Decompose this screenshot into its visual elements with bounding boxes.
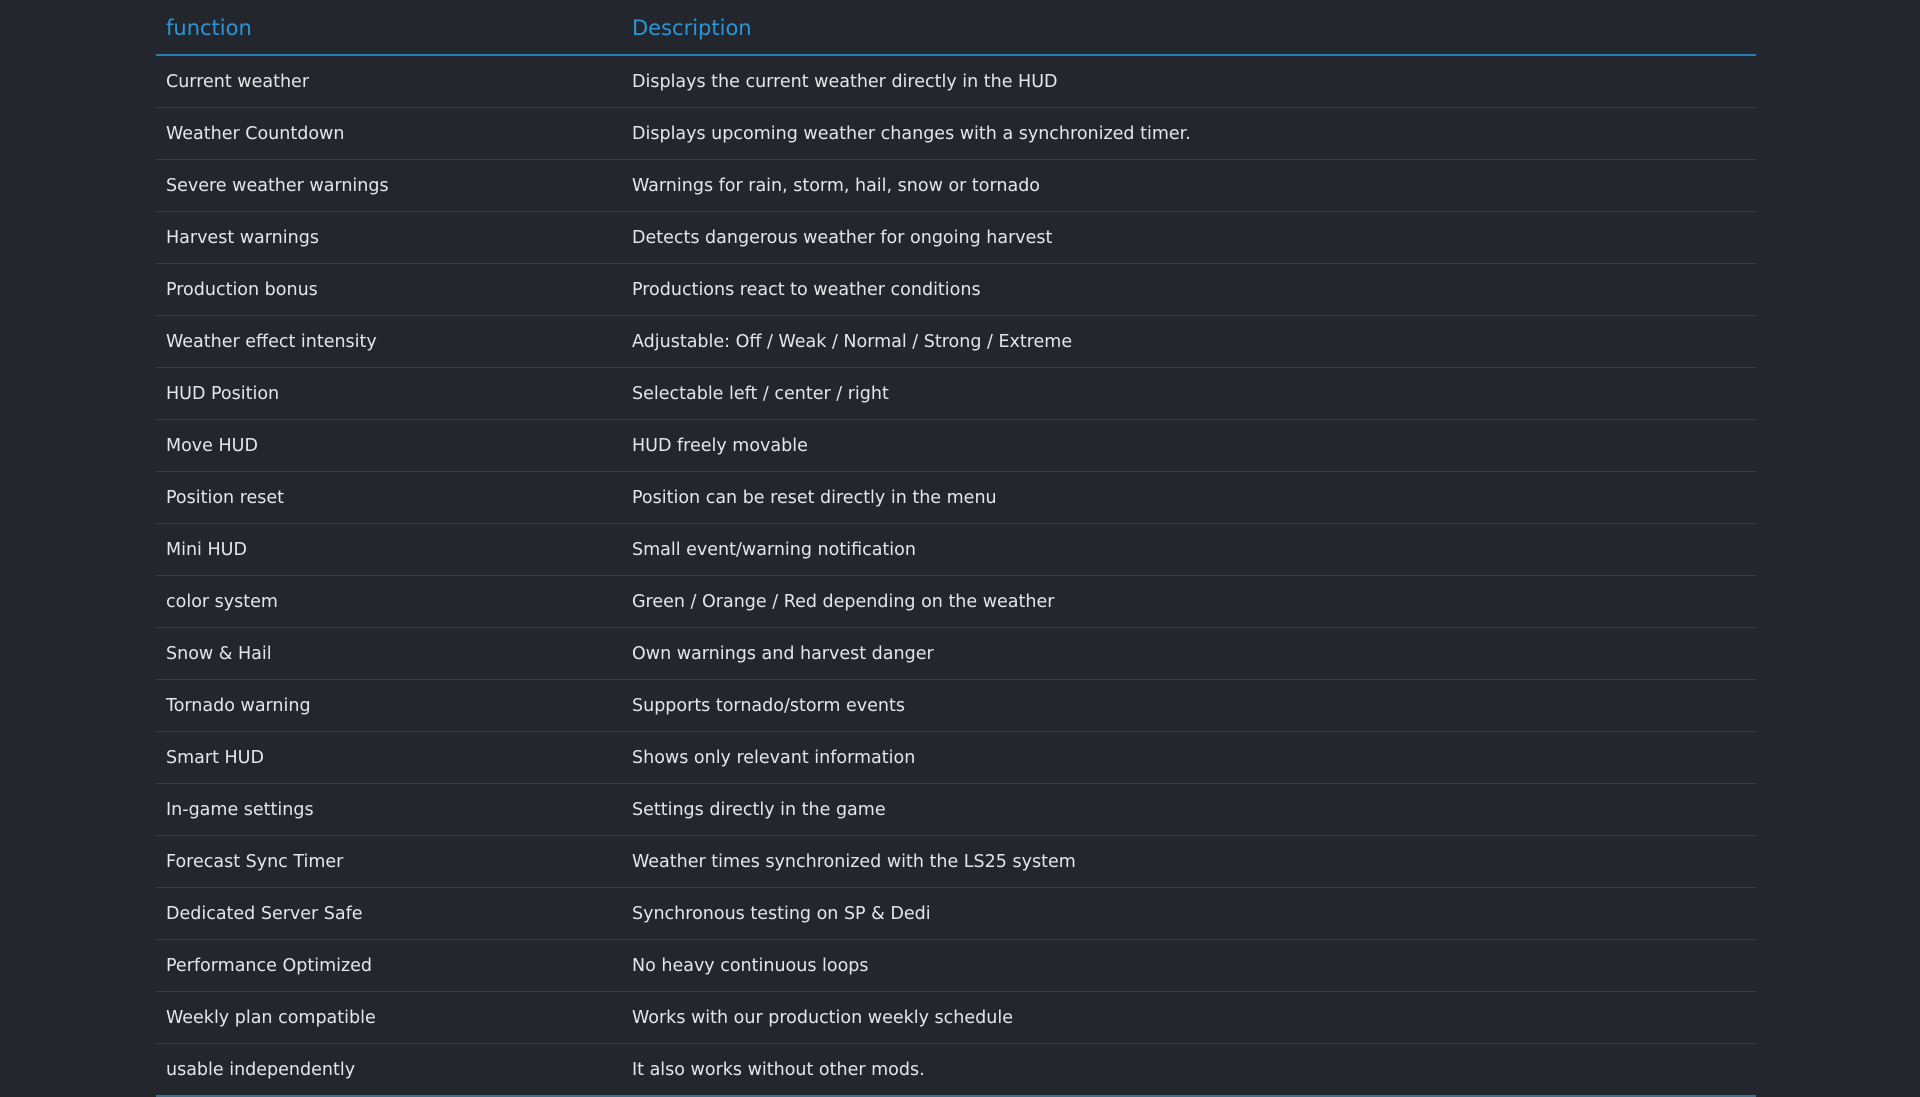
table-row: Harvest warnings Detects dangerous weath… bbox=[156, 212, 1756, 264]
description-cell: Productions react to weather conditions bbox=[632, 279, 981, 300]
table-row: Weather Countdown Displays upcoming weat… bbox=[156, 108, 1756, 160]
function-cell: Weather Countdown bbox=[166, 123, 345, 144]
description-cell: No heavy continuous loops bbox=[632, 955, 869, 976]
description-cell: Green / Orange / Red depending on the we… bbox=[632, 591, 1055, 612]
description-cell: HUD freely movable bbox=[632, 435, 808, 456]
description-cell: Supports tornado/storm events bbox=[632, 695, 905, 716]
table-row: Tornado warning Supports tornado/storm e… bbox=[156, 680, 1756, 732]
table-header-row: function Description bbox=[156, 0, 1756, 56]
description-cell: Displays upcoming weather changes with a… bbox=[632, 123, 1191, 144]
description-cell: Synchronous testing on SP & Dedi bbox=[632, 903, 931, 924]
header-function: function bbox=[166, 16, 252, 40]
description-cell: Works with our production weekly schedul… bbox=[632, 1007, 1013, 1028]
description-cell: Settings directly in the game bbox=[632, 799, 886, 820]
function-cell: Severe weather warnings bbox=[166, 175, 389, 196]
description-cell: Adjustable: Off / Weak / Normal / Strong… bbox=[632, 331, 1073, 352]
function-cell: In-game settings bbox=[166, 799, 314, 820]
table-row: Move HUD HUD freely movable bbox=[156, 420, 1756, 472]
function-cell: Move HUD bbox=[166, 435, 258, 456]
function-cell: Forecast Sync Timer bbox=[166, 851, 344, 872]
function-cell: Mini HUD bbox=[166, 539, 247, 560]
table-row: Production bonus Productions react to we… bbox=[156, 264, 1756, 316]
description-cell: Detects dangerous weather for ongoing ha… bbox=[632, 227, 1053, 248]
table-row: Weather effect intensity Adjustable: Off… bbox=[156, 316, 1756, 368]
function-cell: Production bonus bbox=[166, 279, 318, 300]
table-row: color system Green / Orange / Red depend… bbox=[156, 576, 1756, 628]
description-cell: Shows only relevant information bbox=[632, 747, 916, 768]
description-cell: Displays the current weather directly in… bbox=[632, 71, 1058, 92]
description-cell: It also works without other mods. bbox=[632, 1059, 925, 1080]
table-row: Dedicated Server Safe Synchronous testin… bbox=[156, 888, 1756, 940]
table-row: Severe weather warnings Warnings for rai… bbox=[156, 160, 1756, 212]
function-cell: HUD Position bbox=[166, 383, 280, 404]
description-cell: Small event/warning notification bbox=[632, 539, 916, 560]
function-cell: Weekly plan compatible bbox=[166, 1007, 376, 1028]
function-cell: Harvest warnings bbox=[166, 227, 319, 248]
table-row: usable independently It also works witho… bbox=[156, 1044, 1756, 1097]
table-row: In-game settings Settings directly in th… bbox=[156, 784, 1756, 836]
function-cell: Position reset bbox=[166, 487, 285, 508]
function-cell: Tornado warning bbox=[166, 695, 311, 716]
description-cell: Weather times synchronized with the LS25… bbox=[632, 851, 1076, 872]
table-row: Performance Optimized No heavy continuou… bbox=[156, 940, 1756, 992]
function-cell: Current weather bbox=[166, 71, 310, 92]
table-row: HUD Position Selectable left / center / … bbox=[156, 368, 1756, 420]
feature-table: function Description Current weather Dis… bbox=[156, 0, 1756, 1097]
table-row: Smart HUD Shows only relevant informatio… bbox=[156, 732, 1756, 784]
function-cell: Dedicated Server Safe bbox=[166, 903, 363, 924]
table-row: Forecast Sync Timer Weather times synchr… bbox=[156, 836, 1756, 888]
description-cell: Selectable left / center / right bbox=[632, 383, 889, 404]
description-cell: Own warnings and harvest danger bbox=[632, 643, 934, 664]
table-row: Weekly plan compatible Works with our pr… bbox=[156, 992, 1756, 1044]
function-cell: Smart HUD bbox=[166, 747, 264, 768]
function-cell: usable independently bbox=[166, 1059, 356, 1080]
header-description: Description bbox=[632, 16, 752, 40]
description-cell: Position can be reset directly in the me… bbox=[632, 487, 997, 508]
function-cell: Weather effect intensity bbox=[166, 331, 377, 352]
table-row: Current weather Displays the current wea… bbox=[156, 56, 1756, 108]
table-row: Position reset Position can be reset dir… bbox=[156, 472, 1756, 524]
table-row: Snow & Hail Own warnings and harvest dan… bbox=[156, 628, 1756, 680]
function-cell: Performance Optimized bbox=[166, 955, 373, 976]
table-row: Mini HUD Small event/warning notificatio… bbox=[156, 524, 1756, 576]
function-cell: Snow & Hail bbox=[166, 643, 272, 664]
function-cell: color system bbox=[166, 591, 278, 612]
description-cell: Warnings for rain, storm, hail, snow or … bbox=[632, 175, 1041, 196]
